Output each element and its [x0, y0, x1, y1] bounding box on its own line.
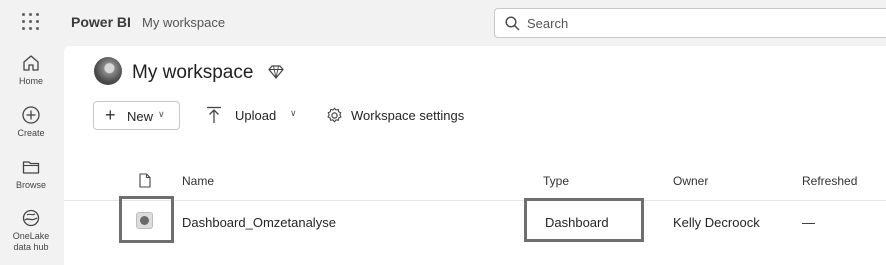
folder-icon — [22, 161, 40, 174]
app-launcher-icon[interactable] — [22, 13, 40, 31]
page-title: My workspace — [132, 62, 254, 83]
app-brand[interactable]: Power BI — [71, 14, 131, 30]
file-icon — [139, 173, 151, 188]
search-icon — [505, 16, 520, 31]
new-button-label: New — [127, 109, 154, 124]
breadcrumb[interactable]: My workspace — [142, 15, 225, 30]
search-input[interactable]: Search — [494, 8, 886, 38]
onelake-icon — [22, 209, 40, 227]
column-header-name[interactable]: Name — [182, 174, 214, 188]
nav-item-label-line1: OneLake — [12, 231, 50, 241]
top-bar: Power BI My workspace Search — [0, 0, 886, 44]
plus-icon: + — [105, 105, 116, 125]
item-refreshed: — — [802, 215, 815, 230]
nav-item-label: Home — [18, 76, 43, 86]
search-placeholder: Search — [527, 16, 569, 31]
nav-item-home[interactable]: Home — [0, 53, 62, 87]
nav-item-create[interactable]: Create — [0, 105, 62, 139]
nav-item-label-line2: data hub — [13, 242, 49, 252]
column-header-type[interactable]: Type — [543, 174, 569, 188]
column-header-owner[interactable]: Owner — [673, 174, 708, 188]
plus-circle-icon — [22, 106, 40, 124]
workspace-settings-label: Workspace settings — [351, 108, 465, 123]
column-header-refreshed[interactable]: Refreshed — [802, 174, 857, 188]
main-content: My workspace + New ∨ Upload ∨ Workspace … — [64, 46, 886, 265]
item-name-link[interactable]: Dashboard_Omzetanalyse — [182, 215, 336, 230]
home-icon — [23, 55, 39, 71]
nav-item-label: Browse — [15, 180, 46, 190]
divider — [64, 200, 886, 201]
chevron-down-icon: ∨ — [158, 109, 165, 119]
nav-item-label: Create — [17, 128, 45, 138]
dashboard-icon — [136, 212, 153, 229]
item-type: Dashboard — [545, 215, 609, 230]
nav-item-browse[interactable]: Browse — [0, 157, 62, 191]
upload-icon — [207, 106, 221, 123]
new-button[interactable]: + New ∨ — [93, 101, 180, 130]
upload-button-label: Upload — [235, 108, 277, 123]
left-nav: Home Create Browse OneLake data hub — [0, 44, 62, 265]
nav-item-onelake[interactable]: OneLake data hub — [0, 208, 62, 253]
item-owner: Kelly Decroock — [673, 215, 760, 230]
diamond-icon[interactable] — [268, 65, 284, 79]
avatar[interactable] — [94, 57, 122, 85]
gear-icon — [327, 107, 342, 123]
chevron-down-icon: ∨ — [290, 108, 297, 118]
